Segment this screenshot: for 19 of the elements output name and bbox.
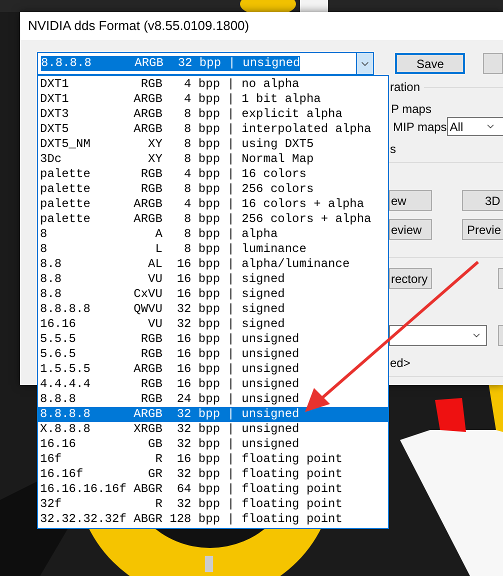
path-note: ed> [389, 355, 412, 368]
preview-button[interactable]: Previe [462, 219, 503, 240]
option-label: s [389, 141, 397, 154]
group-label: ration [389, 79, 420, 96]
window-title: NVIDIA dds Format (v8.55.0109.1800) [28, 17, 250, 36]
save-button[interactable]: Save [395, 53, 465, 74]
preview-button[interactable]: ew [389, 190, 432, 211]
directory-button[interactable]: rectory [389, 268, 432, 289]
selected-format: 8.8.8.8 ARGB 32 bpp | unsigned [41, 56, 300, 71]
mip-label: P maps [390, 101, 432, 114]
format-option[interactable]: 8.8.8.8 ARGB 32 bpp | unsigned [38, 407, 388, 422]
path-select[interactable] [389, 325, 487, 346]
view-3d-button[interactable]: 3D [462, 190, 503, 211]
mip-select[interactable]: All [446, 117, 503, 136]
generate-label: MIP maps [392, 118, 447, 136]
format-dropdown[interactable]: 8.8.8.8 ARGB 32 bpp | unsigned [37, 52, 374, 75]
dropdown-toggle[interactable] [356, 53, 374, 74]
button-edge [483, 53, 503, 74]
preview-button[interactable]: eview [389, 219, 432, 240]
